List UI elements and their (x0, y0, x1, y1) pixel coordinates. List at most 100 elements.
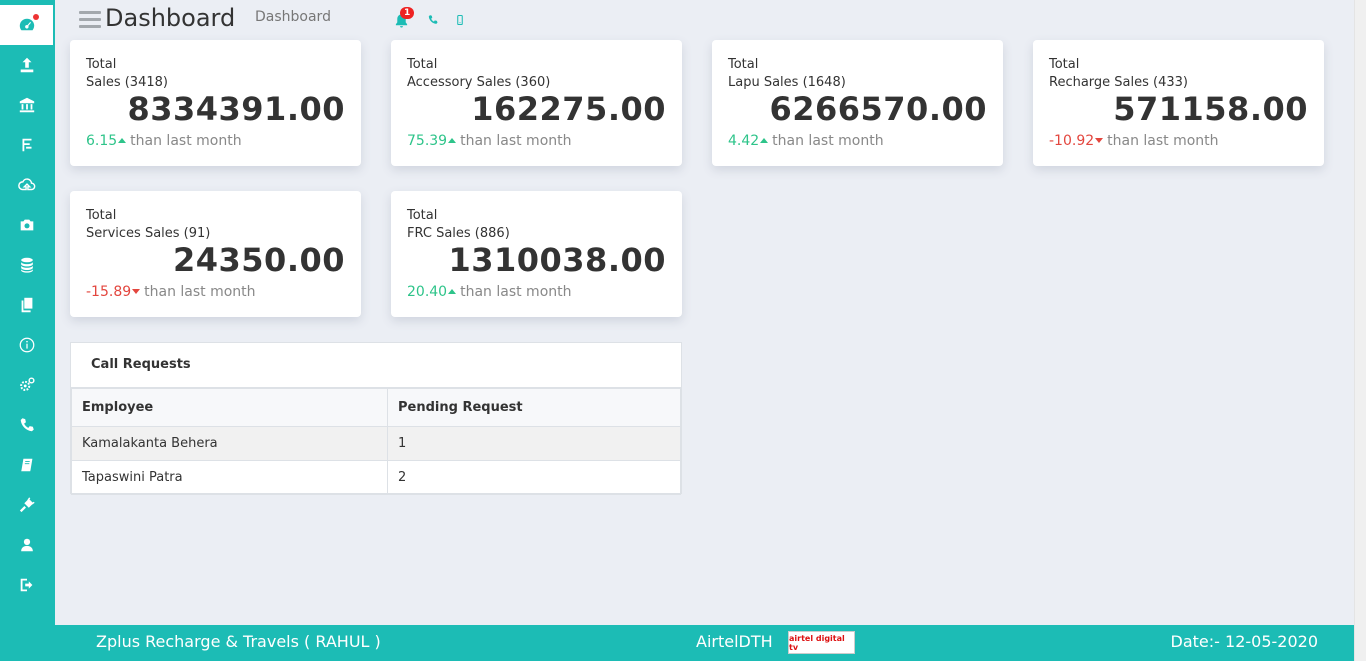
sidebar (0, 0, 55, 661)
card-label-top: Total (728, 57, 759, 72)
user-icon (20, 538, 33, 552)
company-name: Zplus Recharge & Travels ( RAHUL ) (96, 632, 381, 651)
sidebar-item-settings[interactable] (0, 365, 53, 405)
card-value: 24350.00 (172, 241, 345, 279)
column-header-pending-request[interactable]: Pending Request (387, 387, 681, 427)
page-title: Dashboard (105, 4, 236, 32)
sidebar-item-database[interactable] (0, 245, 53, 285)
plug-icon (19, 497, 35, 513)
sidebar-item-logout[interactable] (0, 565, 53, 605)
arrow-up-icon (448, 288, 457, 294)
info-icon (19, 337, 34, 353)
card-value: 6266570.00 (769, 90, 987, 128)
vertical-scrollbar[interactable] (1354, 0, 1366, 661)
card-change: 4.42 than last month (728, 133, 884, 149)
card-label: Accessory Sales (360) (407, 75, 551, 90)
sidebar-item-plug[interactable] (0, 485, 53, 525)
card-label-top: Total (407, 208, 438, 223)
mobile-icon[interactable] (452, 12, 468, 28)
airtel-dth-logo: airtel digital tv (788, 631, 855, 654)
receipt-icon (22, 138, 31, 152)
sidebar-item-info[interactable] (0, 325, 53, 365)
card-label-top: Total (1049, 57, 1080, 72)
menu-toggle-icon[interactable] (79, 11, 101, 29)
employee-cell: Tapaswini Patra (71, 459, 388, 495)
table-row[interactable]: Kamalakanta Behera 1 (71, 425, 681, 461)
arrow-down-icon (1095, 137, 1104, 143)
book-icon (20, 458, 32, 472)
footer-date: Date:- 12-05-2020 (1170, 632, 1318, 651)
change-suffix: than last month (144, 284, 256, 300)
panel-title: Call Requests (91, 357, 191, 372)
card-value: 8334391.00 (127, 90, 345, 128)
sidebar-item-cloud-upload[interactable] (0, 165, 53, 205)
card-change: -15.89 than last month (86, 284, 256, 300)
card-label: FRC Sales (886) (407, 226, 510, 241)
call-requests-table: Employee Pending Request Kamalakanta Beh… (71, 387, 681, 495)
notification-dot (33, 14, 39, 20)
change-value: -15.89 (86, 284, 132, 300)
card-label-top: Total (407, 57, 438, 72)
bank-icon (19, 97, 34, 113)
footer-bar: Zplus Recharge & Travels ( RAHUL ) Airte… (55, 625, 1354, 661)
card-label: Lapu Sales (1648) (728, 75, 846, 90)
arrow-up-icon (760, 137, 769, 143)
call-requests-panel: Call Requests Employee Pending Request K… (70, 342, 682, 495)
sidebar-item-bank[interactable] (0, 85, 53, 125)
column-header-employee[interactable]: Employee (71, 387, 388, 427)
top-bar: Dashboard Dashboard 1 (55, 0, 1356, 38)
change-suffix: than last month (130, 133, 242, 149)
sidebar-item-upload[interactable] (0, 45, 53, 85)
card-label-top: Total (86, 57, 117, 72)
database-icon (20, 257, 33, 273)
pending-request-cell: 1 (387, 425, 681, 461)
upload-icon (20, 57, 33, 73)
stat-card-lapu-sales: Total Lapu Sales (1648) 6266570.00 4.42 t… (712, 40, 1003, 166)
sidebar-item-camera[interactable] (0, 205, 53, 245)
sidebar-item-copy[interactable] (0, 285, 53, 325)
settings-icon (19, 377, 35, 391)
sidebar-item-phone[interactable] (0, 405, 53, 445)
change-suffix: than last month (460, 284, 572, 300)
card-value: 571158.00 (1113, 90, 1308, 128)
arrow-down-icon (132, 288, 141, 294)
card-label-top: Total (86, 208, 117, 223)
stat-card-frc-sales: Total FRC Sales (886) 1310038.00 20.40 th… (391, 191, 682, 317)
card-change: 75.39 than last month (407, 133, 572, 149)
sidebar-item-dashboard[interactable] (0, 5, 53, 45)
arrow-up-icon (448, 137, 457, 143)
card-value: 1310038.00 (448, 241, 666, 279)
change-value: 20.40 (407, 284, 448, 300)
change-suffix: than last month (772, 133, 884, 149)
phone-icon (20, 418, 34, 432)
arrow-up-icon (118, 137, 127, 143)
card-label: Sales (3418) (86, 75, 168, 90)
notification-badge: 1 (400, 7, 415, 19)
change-suffix: than last month (1107, 133, 1219, 149)
cloud-upload-icon (17, 178, 35, 191)
stat-card-sales: Total Sales (3418) 8334391.00 6.15 than l… (70, 40, 361, 166)
logout-icon (20, 578, 32, 592)
pending-request-cell: 2 (387, 459, 681, 495)
card-change: 6.15 than last month (86, 133, 242, 149)
phone-icon[interactable] (425, 12, 441, 28)
sidebar-item-book[interactable] (0, 445, 53, 485)
stat-card-services-sales: Total Services Sales (91) 24350.00 -15.8… (70, 191, 361, 317)
breadcrumb[interactable]: Dashboard (255, 9, 331, 25)
change-value: -10.92 (1049, 133, 1095, 149)
card-label: Services Sales (91) (86, 226, 211, 241)
camera-icon (20, 219, 33, 231)
card-change: 20.40 than last month (407, 284, 572, 300)
employee-cell: Kamalakanta Behera (71, 425, 388, 461)
change-value: 75.39 (407, 133, 448, 149)
copy-icon (21, 297, 32, 313)
operator-name: AirtelDTH (696, 632, 773, 651)
stat-card-accessory-sales: Total Accessory Sales (360) 162275.00 75… (391, 40, 682, 166)
card-label: Recharge Sales (433) (1049, 75, 1188, 90)
change-suffix: than last month (460, 133, 572, 149)
sidebar-item-receipt[interactable] (0, 125, 53, 165)
sidebar-item-user[interactable] (0, 525, 53, 565)
table-row[interactable]: Tapaswini Patra 2 (71, 459, 681, 495)
card-change: -10.92 than last month (1049, 133, 1219, 149)
change-value: 4.42 (728, 133, 760, 149)
